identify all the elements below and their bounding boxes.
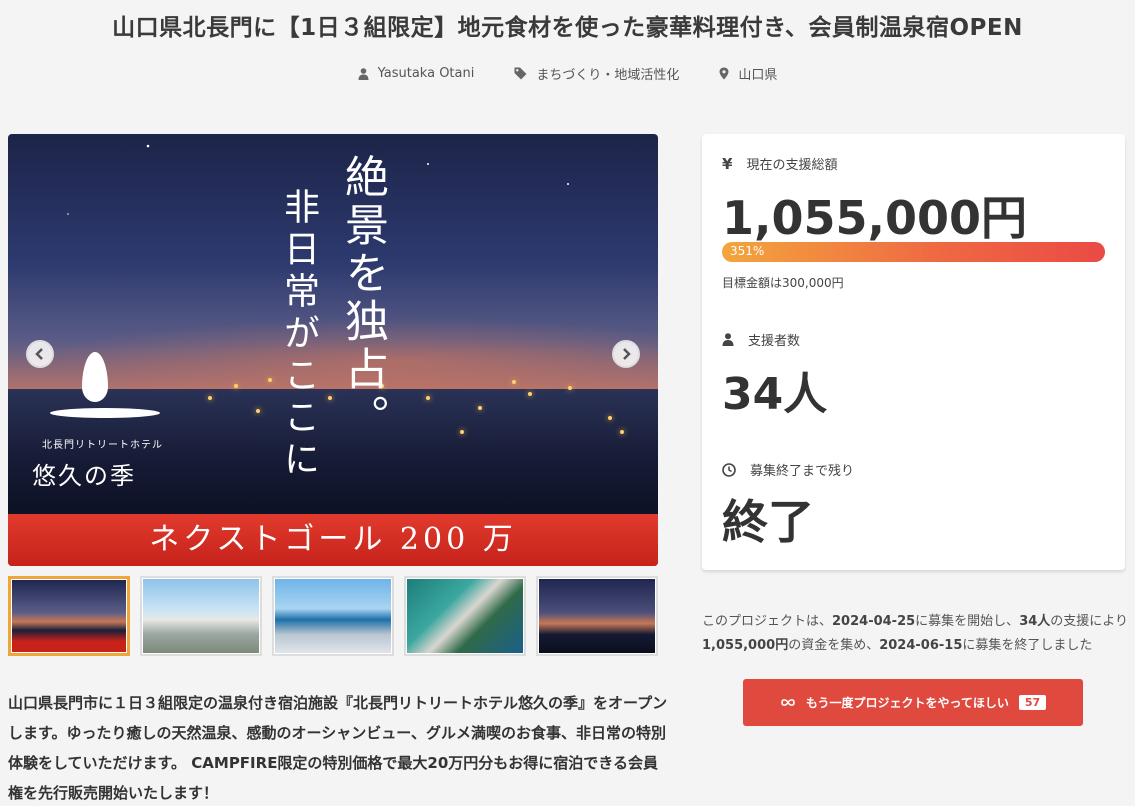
- request-count-badge: 57: [1018, 695, 1047, 710]
- yen-icon: ¥: [722, 154, 733, 173]
- chevron-left-icon: [35, 348, 43, 360]
- infinity-icon: [781, 699, 795, 706]
- funding-amount: 1,055,000円: [722, 191, 1027, 245]
- backers-count: 34人: [722, 369, 828, 420]
- thumbnail-strip: [8, 576, 658, 656]
- thumbnail-5[interactable]: [536, 576, 658, 656]
- remaining-label-row: 募集終了まで残り: [722, 460, 854, 479]
- summary-amount: 1,055,000円: [702, 638, 789, 653]
- funding-label-row: ¥ 現在の支援総額: [722, 154, 838, 174]
- funding-label: 現在の支援総額: [746, 158, 838, 173]
- chevron-right-icon: [623, 348, 631, 360]
- owner-name: Yasutaka Otani: [377, 66, 475, 81]
- summary-mid3: の資金を集め、: [788, 638, 880, 653]
- hotel-name: 悠久の季: [32, 462, 136, 490]
- hotel-subtitle: 北長門リトリートホテル: [42, 440, 163, 451]
- category-name: まちづくり・地域活性化: [536, 68, 680, 83]
- progress-percent: 351%: [730, 244, 765, 258]
- summary-end-date: 2024-06-15: [879, 638, 963, 653]
- summary-mid1: に募集を開始し、: [915, 614, 1020, 629]
- user-icon: [722, 333, 734, 346]
- user-icon: [358, 67, 369, 80]
- funding-progress-bar: 351%: [722, 242, 1105, 262]
- summary-backers: 34人: [1019, 614, 1051, 629]
- tag-icon: [514, 67, 527, 80]
- thumbnail-2[interactable]: [140, 576, 262, 656]
- carousel-prev-button[interactable]: [26, 340, 54, 368]
- thumbnail-1[interactable]: [8, 576, 130, 656]
- remaining-label: 募集終了まで残り: [750, 464, 855, 479]
- hero-copy-sub: 非日常がここに: [278, 188, 319, 482]
- backers-label-row: 支援者数: [722, 330, 800, 349]
- backers-label: 支援者数: [748, 334, 801, 349]
- owner-link[interactable]: Yasutaka Otani: [358, 64, 475, 83]
- project-summary: このプロジェクトは、2024-04-25に募集を開始し、34人の支援により 1,0…: [702, 610, 1132, 658]
- summary-suffix: に募集を終了しました: [962, 638, 1093, 653]
- request-again-label: もう一度プロジェクトをやってほしい: [805, 696, 1009, 710]
- location-name: 山口県: [738, 68, 778, 83]
- thumbnail-4[interactable]: [404, 576, 526, 656]
- clock-icon: [722, 462, 736, 477]
- goal-amount: 目標金額は300,000円: [722, 276, 844, 290]
- thumbnail-3[interactable]: [272, 576, 394, 656]
- category-link[interactable]: まちづくり・地域活性化: [514, 64, 679, 83]
- summary-start-date: 2024-04-25: [832, 614, 916, 629]
- hotel-logo-base: [50, 408, 160, 418]
- stats-panel: ¥ 現在の支援総額 1,055,000円 351% 目標金額は300,000円 …: [702, 134, 1125, 570]
- location-link[interactable]: 山口県: [719, 64, 777, 83]
- project-description: 山口県長門市に１日３組限定の温泉付き宿泊施設『北長門リトリートホテル悠久の季』を…: [8, 694, 668, 802]
- hero-copy-main: 絶景を独占。: [337, 154, 388, 442]
- summary-mid2: の支援により: [1050, 614, 1129, 629]
- summary-prefix: このプロジェクトは、: [702, 614, 833, 629]
- project-meta: Yasutaka Otani まちづくり・地域活性化 山口県: [0, 64, 1135, 83]
- map-pin-icon: [719, 67, 729, 80]
- carousel-next-button[interactable]: [612, 340, 640, 368]
- hero-carousel[interactable]: 絶景を独占。 非日常がここに 北長門リトリートホテル 悠久の季 ネクストゴール …: [8, 134, 658, 566]
- project-title: 山口県北長門に【1日３組限定】地元食材を使った豪華料理付き、会員制温泉宿OPEN: [112, 15, 1023, 41]
- remaining-value: 終了: [722, 495, 814, 549]
- request-again-button[interactable]: もう一度プロジェクトをやってほしい 57: [743, 679, 1083, 726]
- next-goal-banner: ネクストゴール 200 万: [8, 514, 658, 566]
